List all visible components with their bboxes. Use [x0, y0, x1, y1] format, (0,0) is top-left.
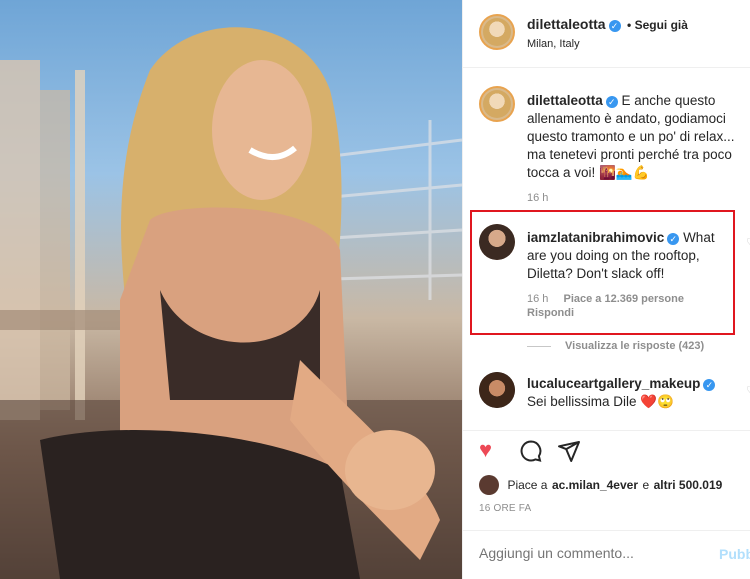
comment-text: Sei bellissima Dile ❤️🙄: [527, 394, 674, 409]
caption-time: 16 h: [527, 192, 549, 204]
liker-avatar[interactable]: [479, 475, 499, 495]
likes-prefix: Piace a: [507, 478, 548, 493]
caption-body: dilettaleotta ✓ E anche questo allenament…: [527, 92, 737, 182]
liker-username[interactable]: ac.milan_4ever: [552, 478, 638, 492]
author-username[interactable]: dilettaleotta: [527, 16, 606, 32]
post-timestamp: 16 ORE FA: [479, 503, 532, 514]
comment-avatar[interactable]: [479, 372, 515, 408]
caption-username[interactable]: dilettaleotta: [527, 93, 603, 108]
speech-bubble-icon[interactable]: [519, 439, 543, 467]
publish-button[interactable]: Pubb: [719, 546, 750, 562]
comment-input[interactable]: [479, 545, 699, 561]
comment-like-icon[interactable]: ♡: [746, 384, 750, 397]
post-header: dilettaleotta ✓ • Segui già Milan, Italy: [463, 0, 750, 68]
highlight-box: [470, 210, 735, 335]
view-replies-label: Visualizza le risposte (423): [565, 340, 705, 352]
replies-divider: [527, 345, 551, 347]
author-info: dilettaleotta ✓ • Segui già: [527, 16, 688, 34]
heart-filled-icon[interactable]: ♥: [479, 439, 492, 461]
likes-line: Piace a ac.milan_4ever e altri 500.019: [479, 475, 722, 495]
comment-like-icon[interactable]: ♡: [746, 236, 750, 249]
comment-username[interactable]: lucaluceartgallery_makeup: [527, 376, 700, 391]
add-comment-bar: Pubb: [463, 530, 750, 579]
verified-badge-icon: ✓: [703, 379, 716, 391]
author-avatar[interactable]: [479, 14, 515, 50]
post-actions: ♥: [463, 430, 750, 470]
verified-badge-icon: ✓: [608, 20, 621, 32]
post-location[interactable]: Milan, Italy: [527, 38, 580, 50]
instagram-post: dilettaleotta ✓ • Segui già Milan, Italy …: [0, 0, 750, 579]
likes-others[interactable]: altri 500.019: [654, 478, 723, 492]
verified-badge-icon: ✓: [605, 96, 618, 108]
paper-plane-icon[interactable]: [557, 439, 581, 467]
caption-avatar[interactable]: [479, 86, 515, 122]
comment-body: lucaluceartgallery_makeup ✓ Sei bellissim…: [527, 375, 737, 411]
follow-button[interactable]: • Segui già: [627, 18, 688, 32]
view-replies-button[interactable]: Visualizza le risposte (423): [527, 340, 704, 352]
photo-illustration: [0, 27, 462, 579]
likes-and: e: [642, 478, 650, 493]
post-photo[interactable]: [0, 0, 462, 579]
